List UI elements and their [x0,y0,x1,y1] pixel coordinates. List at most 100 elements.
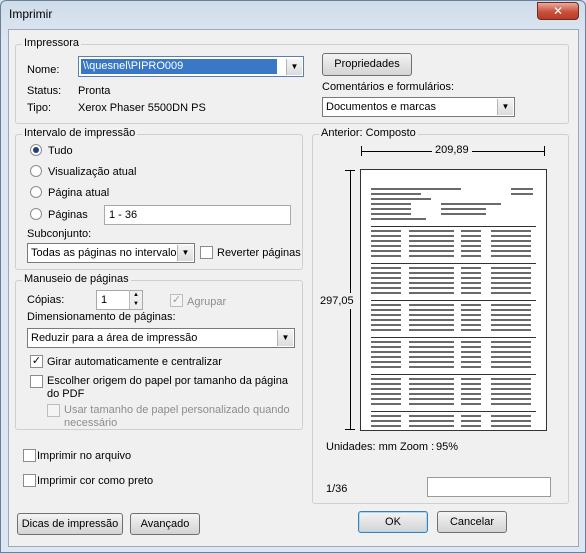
window-title: Imprimir [9,7,53,21]
preview-text-line [491,351,531,353]
pages-input[interactable]: 1 - 36 [104,205,291,225]
properties-button[interactable]: Propriedades [322,53,412,76]
preview-text-line [491,255,531,257]
preview-text-line [491,356,531,358]
reverse-pages-label[interactable]: Reverter páginas [217,247,301,259]
copies-label: Cópias: [27,294,65,306]
custom-paper-size-checkbox[interactable] [47,404,60,417]
preview-text-line [461,230,481,232]
choose-paper-source-label-1[interactable]: Escolher origem do papel por tamanho da … [47,375,288,387]
preview-text-line [461,425,481,427]
preview-text-line [409,277,454,279]
copies-stepper[interactable]: 1 ▲ ▼ [96,290,143,310]
choose-paper-source-label-2[interactable]: do PDF [47,388,84,400]
print-to-file-checkbox[interactable] [23,449,36,462]
dialog-body: Impressora Nome: \\quesnel\PIPRO009 ▼ Pr… [8,29,579,547]
preview-text-line [491,267,531,269]
scaling-dropdown[interactable]: Reduzir para a área de impressão ▼ [27,328,295,348]
printer-group-title: Impressora [22,37,82,49]
close-button[interactable]: ✕ [537,2,579,20]
spin-down-icon[interactable]: ▼ [129,300,142,309]
preview-text-line [461,341,481,343]
preview-text-line [491,230,531,232]
preview-text-line [491,341,531,343]
preview-text-line [491,378,531,380]
preview-text-line [461,356,481,358]
spin-up-icon[interactable]: ▲ [129,291,142,300]
width-value: 209,89 [432,144,472,156]
preview-text-line [371,420,401,422]
type-label: Tipo: [27,102,52,114]
preview-text-line [491,314,531,316]
preview-text-line [491,235,531,237]
custom-paper-size-label-2: necessário [64,417,118,429]
preview-text-line [371,430,401,431]
print-dialog-window: Imprimir ✕ Impressora Nome: \\quesnel\PI… [0,0,586,553]
preview-text-line [371,388,401,390]
radio-current-page-label[interactable]: Página atual [48,187,109,199]
subset-dropdown[interactable]: Todas as páginas no intervalo ▼ [27,243,195,263]
preview-text-line [491,245,531,247]
radio-all[interactable] [30,144,42,156]
radio-pages-label[interactable]: Páginas [48,209,88,221]
chevron-down-icon[interactable]: ▼ [286,59,302,75]
preview-text-line [491,383,531,385]
radio-pages[interactable] [30,208,42,220]
preview-text-line [409,356,454,358]
print-tips-button[interactable]: Dicas de impressão [17,513,123,535]
preview-text-line [461,250,481,252]
reverse-pages-checkbox[interactable] [200,246,213,259]
radio-all-label[interactable]: Tudo [48,145,73,157]
print-bw-checkbox[interactable] [23,474,36,487]
preview-text-line [461,361,481,363]
auto-rotate-checkbox[interactable]: ✓ [30,355,43,368]
print-bw-label[interactable]: Imprimir cor como preto [37,475,153,487]
preview-text-line [409,393,454,395]
preview-text-line [409,341,454,343]
chevron-down-icon[interactable]: ▼ [277,330,293,346]
preview-text-line [409,240,454,242]
preview-text-line [491,329,531,331]
width-dimension-tick-left [361,146,362,156]
preview-text-line [371,277,401,279]
preview-text-line [461,304,481,306]
preview-text-line [461,267,481,269]
page-scrollbar[interactable] [427,477,551,497]
chevron-down-icon[interactable]: ▼ [497,99,513,115]
choose-paper-source-checkbox[interactable] [30,375,43,388]
preview-text-line [371,309,401,311]
radio-current-view[interactable] [30,165,42,177]
preview-text-line [409,378,454,380]
cancel-button[interactable]: Cancelar [437,511,507,533]
preview-text-line [491,403,531,405]
preview-text-line [461,430,481,431]
preview-text-line [461,403,481,405]
preview-text-line [461,393,481,395]
ok-button[interactable]: OK [358,511,428,533]
preview-text-line [409,383,454,385]
preview-text-line [371,324,401,326]
preview-text-line [409,309,454,311]
preview-text-line [461,277,481,279]
preview-text-line [409,272,454,274]
preview-text-line [491,282,531,284]
advanced-button[interactable]: Avançado [130,513,200,535]
preview-text-line [461,292,481,294]
collate-checkbox[interactable]: ✓ [170,294,183,307]
preview-text-line [371,230,401,232]
auto-rotate-label[interactable]: Girar automaticamente e centralizar [47,356,222,368]
title-bar[interactable]: Imprimir ✕ [1,1,585,29]
preview-text-line [409,282,454,284]
page-indicator: 1/36 [326,483,348,495]
printer-name-dropdown[interactable]: \\quesnel\PIPRO009 ▼ [78,56,304,77]
radio-current-page[interactable] [30,186,42,198]
chevron-down-icon[interactable]: ▼ [177,245,193,261]
status-value: Pronta [78,85,111,97]
preview-text-line [371,287,401,289]
preview-text-line [409,314,454,316]
print-to-file-label[interactable]: Imprimir no arquivo [37,450,131,462]
comments-dropdown[interactable]: Documentos e marcas ▼ [322,97,515,117]
radio-current-view-label[interactable]: Visualização atual [48,166,136,178]
preview-separator [371,411,536,412]
preview-text-line [371,393,401,395]
